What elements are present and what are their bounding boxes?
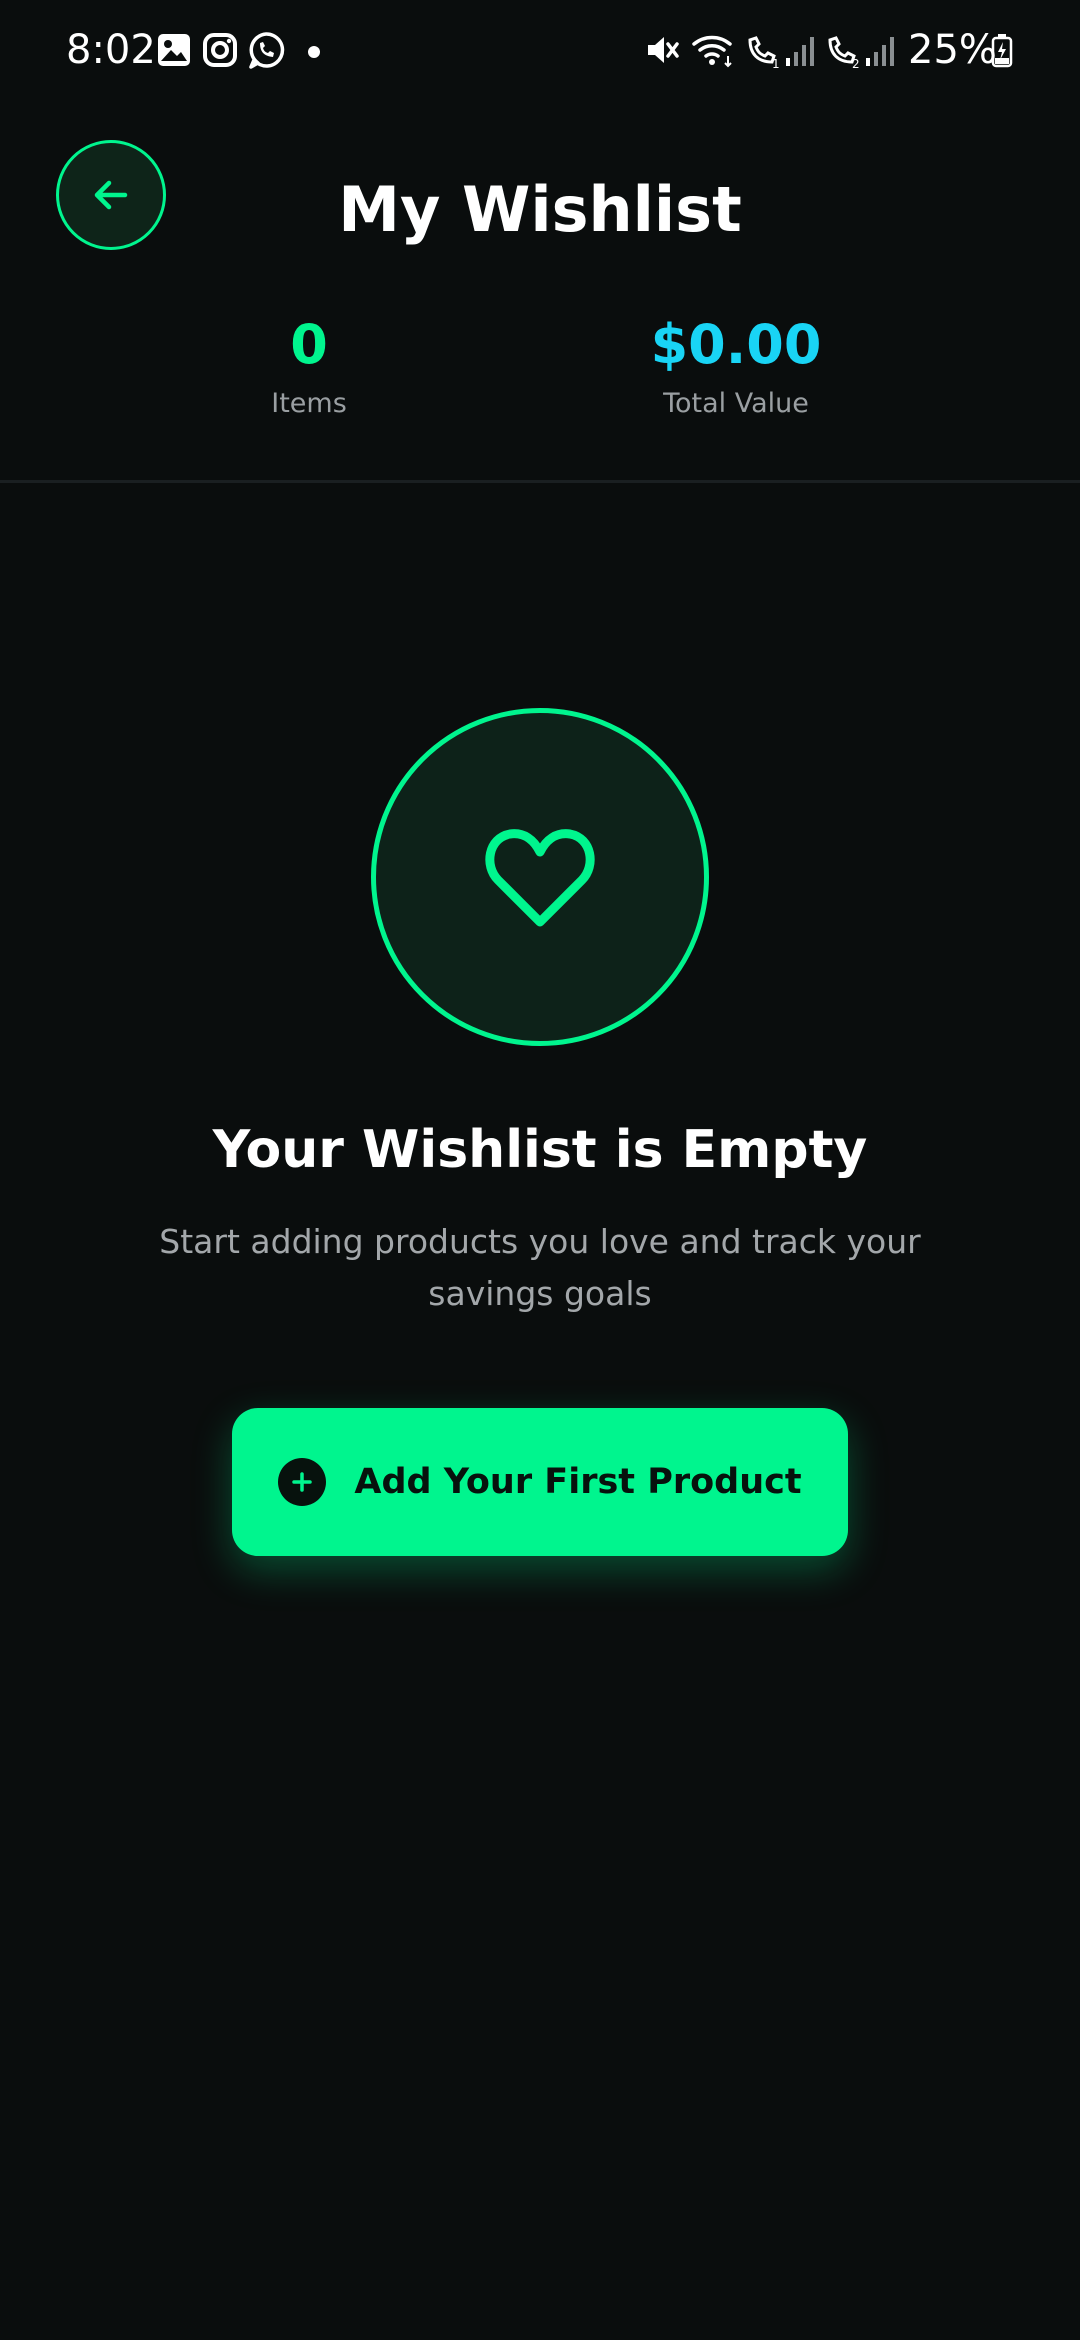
status-time: 8:02 xyxy=(66,27,156,73)
total-value-stat: $0.00 Total Value xyxy=(566,310,906,422)
notification-dot xyxy=(308,46,320,58)
wifi-icon xyxy=(690,30,738,70)
items-count: 0 xyxy=(290,313,328,376)
signal-sim2-icon xyxy=(864,30,896,70)
items-label: Items xyxy=(271,388,347,419)
page-title: My Wishlist xyxy=(338,173,742,246)
svg-text:2: 2 xyxy=(852,57,860,70)
volte-sim2-icon: 2 xyxy=(822,30,862,71)
status-bar: 8:02 1 2 25% xyxy=(0,0,1080,100)
plus-circle-icon xyxy=(278,1458,327,1506)
gallery-icon xyxy=(154,30,194,70)
total-value-label: Total Value xyxy=(663,388,809,419)
items-stat: 0 Items xyxy=(139,310,479,422)
battery-percent: 25% xyxy=(908,27,997,73)
instagram-icon xyxy=(200,30,240,70)
empty-state-illustration xyxy=(371,708,709,1046)
empty-state-title: Your Wishlist is Empty xyxy=(212,1120,868,1180)
volte-sim1-icon: 1 xyxy=(742,30,782,71)
empty-state-subtitle: Start adding products you love and track… xyxy=(159,1222,921,1313)
battery-icon xyxy=(990,30,1014,70)
heart-icon xyxy=(480,822,600,932)
whatsapp-icon xyxy=(246,30,286,70)
svg-text:1: 1 xyxy=(772,57,780,70)
mute-icon xyxy=(642,30,682,70)
header-divider xyxy=(0,480,1080,483)
add-first-product-label: Add Your First Product xyxy=(354,1462,802,1502)
total-value: $0.00 xyxy=(650,313,822,376)
add-first-product-button[interactable]: Add Your First Product xyxy=(232,1408,848,1556)
signal-sim1-icon xyxy=(784,30,816,70)
